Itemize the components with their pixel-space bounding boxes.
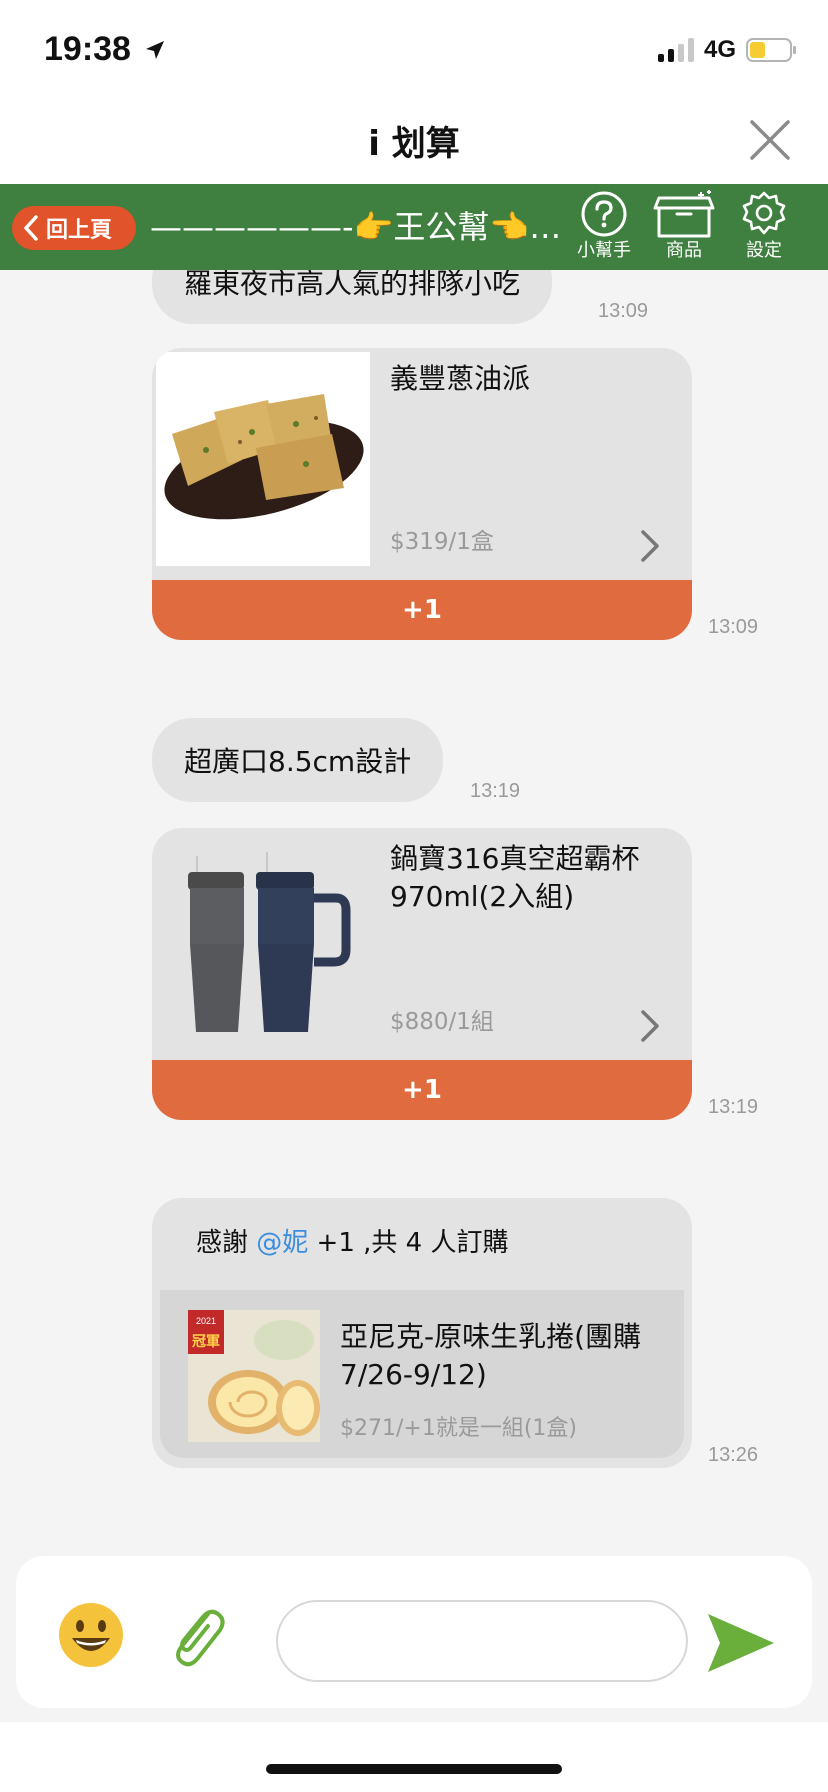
page-title: i 划算 bbox=[368, 124, 460, 164]
helper-label: 小幫手 bbox=[577, 240, 631, 261]
product-card[interactable]: 義豐蔥油派 $319/1盒 +1 bbox=[152, 348, 692, 640]
message-composer bbox=[16, 1556, 812, 1708]
back-button[interactable]: 回上頁 bbox=[12, 206, 136, 250]
close-icon[interactable] bbox=[748, 118, 792, 162]
network-type: 4G bbox=[703, 36, 736, 63]
text-message: 超廣口8.5cm設計 bbox=[152, 718, 444, 802]
message-input[interactable] bbox=[276, 1600, 688, 1682]
product-image bbox=[156, 352, 370, 566]
emoji-icon[interactable] bbox=[58, 1602, 124, 1668]
settings-label: 設定 bbox=[746, 240, 782, 261]
product-price: $319/1盒 bbox=[390, 529, 494, 555]
status-time: 19:38 bbox=[44, 30, 166, 69]
order-notice-text: 感謝 @妮 +1 ,共 4 人訂購 bbox=[196, 1228, 509, 1258]
settings-button[interactable]: 設定 bbox=[724, 190, 804, 268]
signal-icon bbox=[657, 38, 694, 62]
products-button[interactable]: 商品 bbox=[644, 190, 724, 268]
location-arrow-icon bbox=[146, 41, 165, 59]
battery-icon bbox=[746, 38, 796, 62]
product-name: 亞尼克-原味生乳捲(團購7/26-9/12) bbox=[340, 1320, 642, 1391]
group-toolbar: 回上頁 ——————-👉王公幫👈—————— 小幫手 商品 設定 bbox=[0, 184, 828, 270]
message-text: 羅東夜市高人氣的排隊小吃 bbox=[184, 270, 521, 300]
linked-product[interactable]: 2021 冠軍 亞尼克-原味生乳捲(團購7/26-9/12) $271/+1就是… bbox=[160, 1290, 684, 1458]
message-time: 13:19 bbox=[708, 1096, 759, 1118]
send-icon[interactable] bbox=[706, 1608, 776, 1678]
product-price: $271/+1就是一組(1盒) bbox=[340, 1416, 577, 1441]
home-area bbox=[0, 1722, 828, 1792]
message-text: 超廣口8.5cm設計 bbox=[184, 745, 412, 778]
home-indicator[interactable] bbox=[266, 1764, 562, 1774]
group-name-banner: ——————-👉王公幫👈—————— bbox=[150, 208, 570, 246]
product-image bbox=[156, 832, 370, 1046]
back-button-label: 回上頁 bbox=[46, 218, 113, 243]
chevron-left-icon bbox=[24, 215, 38, 241]
svg-text:冠軍: 冠軍 bbox=[192, 1334, 220, 1350]
text-message: 羅東夜市高人氣的排隊小吃 bbox=[152, 270, 553, 324]
plus-one-button[interactable]: +1 bbox=[152, 1060, 692, 1120]
product-image: 2021 冠軍 bbox=[188, 1310, 320, 1442]
product-name: 義豐蔥油派 bbox=[390, 362, 531, 395]
products-label: 商品 bbox=[666, 240, 702, 261]
paperclip-icon[interactable] bbox=[168, 1600, 228, 1670]
box-icon bbox=[653, 190, 715, 238]
message-time: 13:09 bbox=[598, 300, 649, 322]
message-time: 13:19 bbox=[470, 780, 521, 802]
plus-one-button[interactable]: +1 bbox=[152, 580, 692, 640]
help-icon bbox=[581, 191, 627, 237]
order-notice: 感謝 @妮 +1 ,共 4 人訂購 2021 冠軍 亞尼克-原味生乳捲(團購7/… bbox=[152, 1198, 692, 1468]
product-name: 鍋寶316真空超霸杯970ml(2入組) bbox=[390, 842, 640, 913]
chevron-right-icon[interactable] bbox=[638, 528, 662, 564]
helper-button[interactable]: 小幫手 bbox=[564, 190, 644, 268]
gear-icon bbox=[742, 191, 786, 235]
user-mention[interactable]: @妮 bbox=[256, 1228, 308, 1258]
chat-messages: 羅東夜市高人氣的排隊小吃 13:09 義豐蔥油派 $319/1盒 +1 13:0… bbox=[0, 270, 828, 1556]
svg-text:2021: 2021 bbox=[196, 1316, 216, 1326]
status-bar: 19:38 4G bbox=[0, 0, 828, 100]
chevron-right-icon[interactable] bbox=[638, 1008, 662, 1044]
title-bar: i 划算 bbox=[0, 100, 828, 184]
message-time: 13:09 bbox=[708, 616, 759, 638]
message-time: 13:26 bbox=[708, 1444, 759, 1466]
product-price: $880/1組 bbox=[390, 1009, 494, 1035]
product-card[interactable]: 鍋寶316真空超霸杯970ml(2入組) $880/1組 +1 bbox=[152, 828, 692, 1120]
